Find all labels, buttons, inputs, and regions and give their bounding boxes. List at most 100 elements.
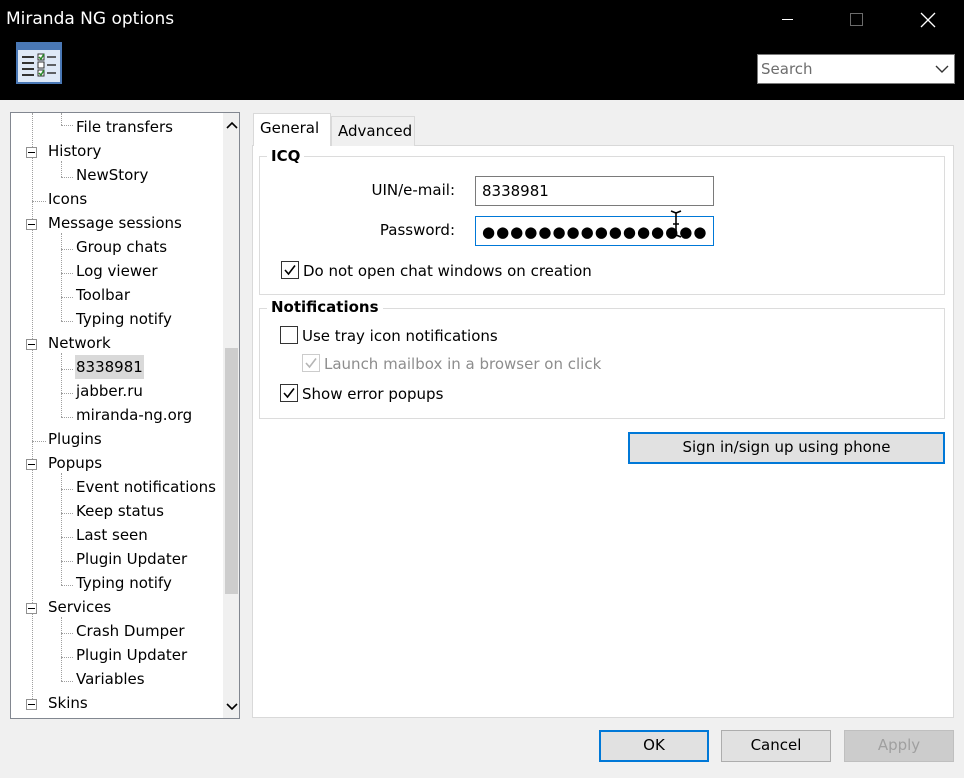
tree-item-plugins[interactable]: Plugins [47,427,103,451]
tree-connector [61,113,62,125]
tree-connector [61,393,73,394]
launch-mailbox-label: Launch mailbox in a browser on click [324,355,602,373]
tree-connector [61,537,73,538]
tree-item-typing-notify-popups[interactable]: Typing notify [75,571,173,595]
checkbox-checked-icon[interactable] [281,261,299,279]
tab-advanced[interactable]: Advanced [331,116,415,146]
minimize-icon[interactable] [765,0,811,40]
error-popups-label: Show error popups [302,385,444,403]
tree-item-label: miranda-ng.org [76,406,193,424]
collapse-icon[interactable] [26,603,37,614]
tree-connector [61,161,62,177]
tree-connector [32,113,33,709]
tree-connector [61,273,73,274]
tree-connector [61,681,73,682]
error-popups-checkbox[interactable]: Show error popups [280,384,443,406]
tree-connector [32,201,46,202]
tree-item-miranda-ng-org[interactable]: miranda-ng.org [75,403,193,427]
tree-item-newstory[interactable]: NewStory [75,163,149,187]
chevron-down-icon[interactable] [934,62,950,76]
options-tree[interactable]: File transfers History NewStory Icons Me… [10,112,240,719]
tree-item-group-chats[interactable]: Group chats [75,235,168,259]
search-combobox[interactable] [757,54,955,84]
tree-item-label: Last seen [76,526,148,544]
tree-item-event-notifications[interactable]: Event notifications [75,475,217,499]
tree-item-variables[interactable]: Variables [75,667,146,691]
tree-item-label: NewStory [76,166,149,184]
tree-item-label: Skins [48,694,88,712]
tray-icon-checkbox[interactable]: Use tray icon notifications [280,326,498,348]
tree-item-label: Keep status [76,502,164,520]
tree-item-label: Services [48,598,112,616]
scroll-down-icon[interactable] [223,698,239,715]
search-input[interactable] [758,55,928,83]
tree-item-popups[interactable]: Popups [47,451,103,475]
tree-item-label: Event notifications [76,478,216,496]
tree-item-services[interactable]: Services [47,595,112,619]
close-icon[interactable] [905,0,951,40]
tree-item-history[interactable]: History [47,139,102,163]
uin-label: UIN/e-mail: [371,181,455,199]
tree-item-label: Typing notify [76,310,172,328]
tree-connector [61,233,62,321]
tree-connector [61,617,62,681]
uin-field[interactable] [475,176,714,206]
tab-label: Advanced [338,122,413,140]
tree-scrollbar[interactable] [223,113,239,718]
tree-item-8338981[interactable]: 8338981 [75,355,144,379]
uin-input[interactable] [476,177,713,205]
tree-item-label: jabber.ru [76,382,143,400]
tree-connector [61,561,73,562]
ok-button[interactable]: OK [599,730,709,762]
tree-item-plugin-updater[interactable]: Plugin Updater [75,547,188,571]
collapse-icon[interactable] [26,147,37,158]
tree-item-label: Log viewer [76,262,158,280]
tree-connector [61,353,62,417]
tree-connector [61,297,73,298]
collapse-icon[interactable] [26,339,37,350]
tree-item-skins[interactable]: Skins [47,691,89,715]
tree-item-label: Icons [48,190,88,208]
sign-in-phone-button[interactable]: Sign in/sign up using phone [628,432,945,464]
tree-item-crash-dumper[interactable]: Crash Dumper [75,619,186,643]
window-title: Miranda NG options [6,9,175,29]
tray-icon-label: Use tray icon notifications [302,327,498,345]
tree-connector [61,369,73,370]
tree-item-toolbar[interactable]: Toolbar [75,283,131,307]
tab-general[interactable]: General [253,113,331,146]
title-bar: Miranda NG options [0,0,964,100]
tree-item-last-seen[interactable]: Last seen [75,523,149,547]
scroll-up-icon[interactable] [223,116,239,133]
tree-item-network[interactable]: Network [47,331,112,355]
tree-item-keep-status[interactable]: Keep status [75,499,165,523]
tree-connector [61,633,73,634]
tree-item-typing-notify[interactable]: Typing notify [75,307,173,331]
tree-item-jabber-ru[interactable]: jabber.ru [75,379,144,403]
tree-connector [61,657,73,658]
tree-item-log-viewer[interactable]: Log viewer [75,259,159,283]
checkbox-checked-icon[interactable] [280,384,298,402]
checkbox-unchecked-icon[interactable] [280,326,298,344]
icq-group-legend: ICQ [267,147,305,165]
text-cursor-icon [668,210,684,238]
collapse-icon[interactable] [26,219,37,230]
general-tab-panel: ICQ UIN/e-mail: Password: ●●●●●●●●●●●●●●… [252,145,954,718]
tree-connector [32,441,46,442]
tree-item-label: History [48,142,102,160]
scroll-thumb[interactable] [225,348,238,594]
collapse-icon[interactable] [26,699,37,710]
tree-item-message-sessions[interactable]: Message sessions [47,211,183,235]
no-chat-windows-label: Do not open chat windows on creation [303,262,592,280]
tree-item-file-transfers[interactable]: File transfers [75,115,174,139]
tree-item-plugin-updater-services[interactable]: Plugin Updater [75,643,188,667]
no-chat-windows-checkbox[interactable]: Do not open chat windows on creation [281,261,592,283]
checkbox-checked-disabled-icon [302,354,320,372]
tree-item-icons[interactable]: Icons [47,187,88,211]
tree-connector [61,489,73,490]
tree-item-label: Variables [76,670,145,688]
cancel-button[interactable]: Cancel [721,730,831,762]
tree-item-label: File transfers [76,118,173,136]
tree-connector [61,177,73,178]
tree-item-label: Plugins [48,430,102,448]
collapse-icon[interactable] [26,459,37,470]
